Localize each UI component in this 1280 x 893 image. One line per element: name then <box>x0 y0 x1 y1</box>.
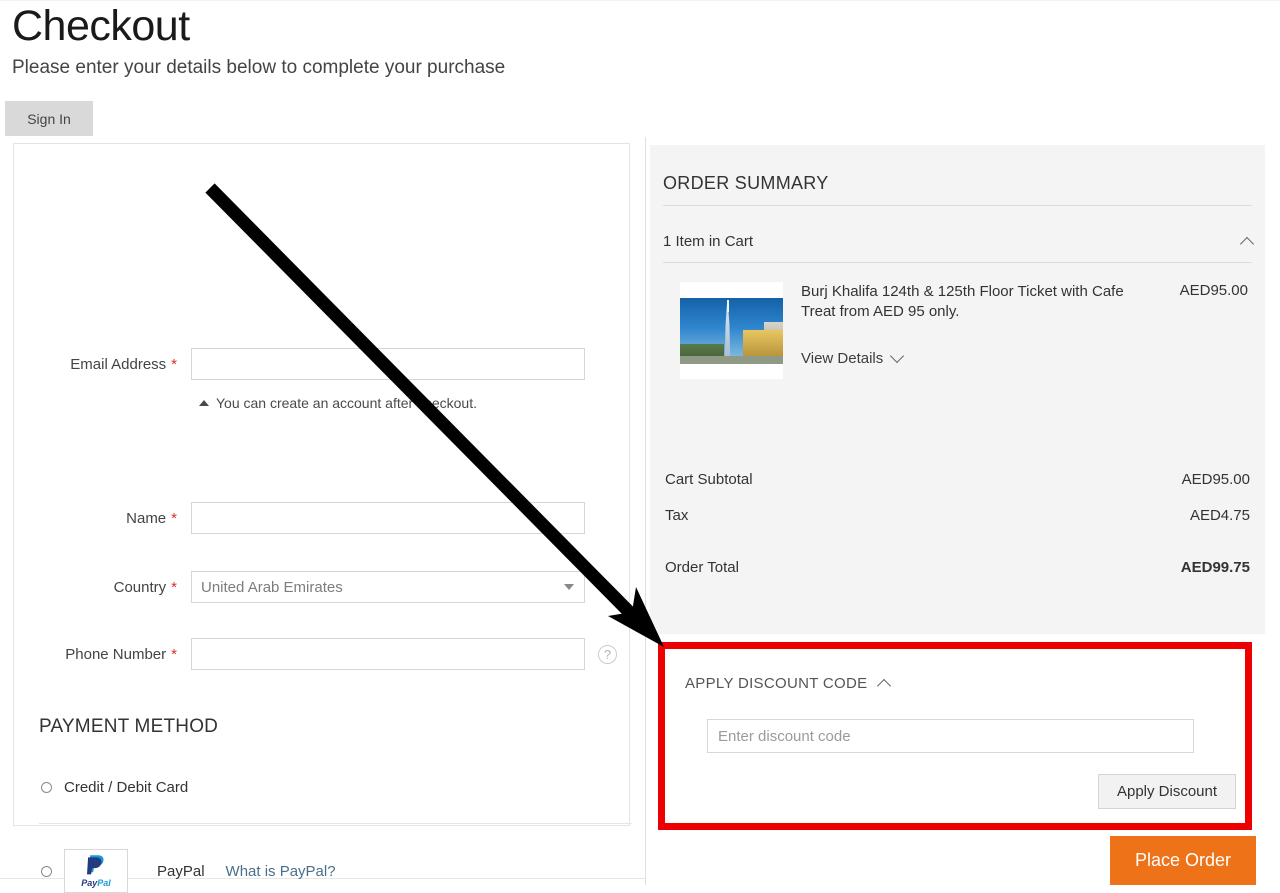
place-order-button[interactable]: Place Order <box>1110 836 1256 885</box>
total-row-order-total: Order Total AED99.75 <box>665 559 1250 576</box>
thumbnail-tower-spire <box>727 300 729 312</box>
column-divider <box>645 137 646 885</box>
page-header: Checkout Please enter your details below… <box>0 0 1280 79</box>
radio-paypal[interactable] <box>41 865 52 877</box>
view-details-label: View Details <box>801 349 884 367</box>
email-label: Email Address <box>70 355 167 373</box>
payment-option-credit-card-label: Credit / Debit Card <box>64 779 189 796</box>
what-is-paypal-link[interactable]: What is PayPal? <box>226 863 336 880</box>
create-account-note-text: You can create an account after checkout… <box>216 395 477 411</box>
paypal-wordmark-dark: Pay <box>81 878 98 888</box>
chevron-up-icon <box>877 678 892 693</box>
phone-field-row: Phone Number * ? <box>52 638 652 670</box>
payment-options-separator <box>39 823 632 824</box>
product-thumbnail <box>680 282 783 379</box>
summary-rule-items <box>663 262 1252 263</box>
chevron-down-icon <box>890 348 905 364</box>
product-name: Burj Khalifa 124th & 125th Floor Ticket … <box>801 283 1124 321</box>
cart-count-label: 1 Item in Cart <box>663 233 754 250</box>
page-subtitle: Please enter your details below to compl… <box>12 57 506 79</box>
country-label-wrap: Country * <box>52 579 177 596</box>
apply-discount-code-toggle[interactable]: APPLY DISCOUNT CODE <box>685 675 892 693</box>
subtotal-value: AED95.00 <box>1181 471 1250 488</box>
thumbnail-ground <box>680 356 783 364</box>
email-label-wrap: Email Address * <box>52 356 177 373</box>
view-details-toggle[interactable]: View Details <box>801 348 1141 367</box>
tax-value: AED4.75 <box>1189 507 1250 524</box>
checkout-form-card: Email Address * You can create an accoun… <box>13 143 632 893</box>
payment-option-paypal[interactable]: PayPal PayPal What is PayPal? <box>41 849 336 893</box>
order-total-label: Order Total <box>665 559 739 576</box>
country-required-marker: * <box>171 578 177 596</box>
name-field-row: Name * <box>52 502 612 534</box>
product-price: AED95.00 <box>1179 282 1248 299</box>
payment-option-credit-card[interactable]: Credit / Debit Card <box>41 779 188 796</box>
order-total-value: AED99.75 <box>1180 559 1250 576</box>
caret-up-icon <box>199 400 209 406</box>
name-input[interactable] <box>191 502 585 534</box>
discount-code-section: APPLY DISCOUNT CODE Apply Discount <box>665 649 1245 823</box>
country-field-row: Country * United Arab Emirates <box>52 571 612 603</box>
cart-item-row: Burj Khalifa 124th & 125th Floor Ticket … <box>680 282 1252 379</box>
apply-discount-button[interactable]: Apply Discount <box>1098 774 1236 809</box>
phone-label-wrap: Phone Number * <box>52 646 177 663</box>
question-mark-icon[interactable]: ? <box>598 644 617 664</box>
name-label-wrap: Name * <box>52 510 177 527</box>
subtotal-label: Cart Subtotal <box>665 471 753 488</box>
cart-items-toggle[interactable]: 1 Item in Cart <box>663 233 1255 251</box>
summary-rule-top <box>663 205 1252 206</box>
tax-label: Tax <box>665 507 689 524</box>
name-required-marker: * <box>171 509 177 527</box>
sign-in-tab[interactable]: Sign In <box>5 101 93 136</box>
paypal-wordmark-light: Pal <box>97 878 111 888</box>
country-select[interactable]: United Arab Emirates <box>191 571 585 603</box>
cart-item-text-column: Burj Khalifa 124th & 125th Floor Ticket … <box>801 282 1141 379</box>
country-select-wrap: United Arab Emirates <box>191 571 585 603</box>
total-row-subtotal: Cart Subtotal AED95.00 <box>665 471 1250 488</box>
discount-code-input[interactable] <box>707 719 1194 753</box>
phone-required-marker: * <box>171 645 177 663</box>
phone-input[interactable] <box>191 638 585 670</box>
page-title: Checkout <box>12 2 190 50</box>
order-summary-title: ORDER SUMMARY <box>663 173 829 193</box>
paypal-logo-icon: PayPal <box>64 849 128 893</box>
chevron-up-icon <box>1239 236 1255 251</box>
thumbnail-building-near <box>743 330 783 358</box>
radio-credit-card[interactable] <box>41 782 52 793</box>
total-row-tax: Tax AED4.75 <box>665 507 1250 524</box>
name-label: Name <box>126 509 167 527</box>
payment-option-paypal-label: PayPal <box>157 862 205 880</box>
order-summary-panel: ORDER SUMMARY 1 Item in Cart Burj Khalif… <box>650 145 1265 634</box>
payment-method-heading: PAYMENT METHOD <box>39 716 219 737</box>
country-label: Country <box>113 578 167 596</box>
discount-code-highlight-box: APPLY DISCOUNT CODE Apply Discount <box>658 642 1252 830</box>
email-field-row: Email Address * <box>52 348 612 380</box>
create-account-note: You can create an account after checkout… <box>199 395 477 411</box>
email-input[interactable] <box>191 348 585 380</box>
cart-item-body: Burj Khalifa 124th & 125th Floor Ticket … <box>801 282 1252 379</box>
email-required-marker: * <box>171 355 177 373</box>
phone-label: Phone Number <box>65 645 167 663</box>
apply-discount-code-label: APPLY DISCOUNT CODE <box>685 675 868 692</box>
paypal-wordmark: PayPal <box>81 879 111 888</box>
